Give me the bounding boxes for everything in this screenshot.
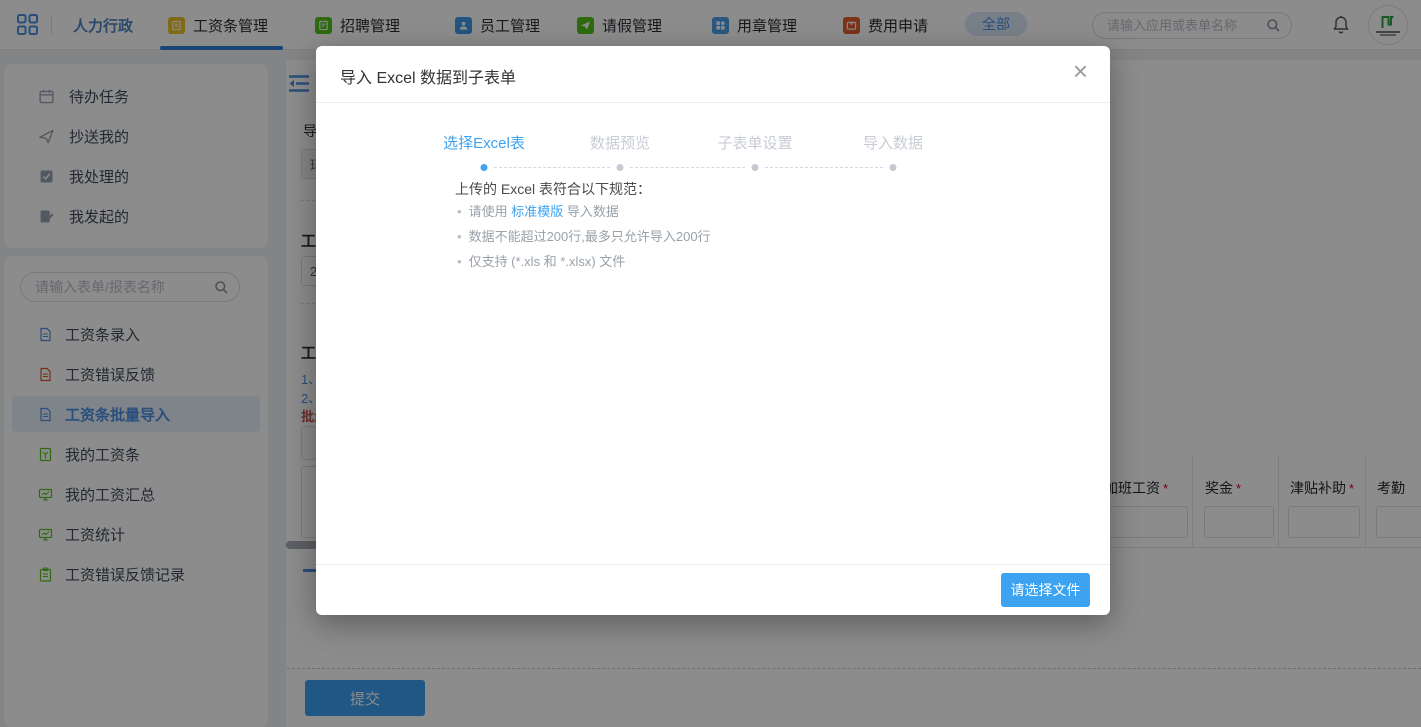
- step-dot-2: [617, 164, 624, 171]
- close-icon[interactable]: ×: [1073, 58, 1088, 84]
- step-subform-settings: 子表单设置: [717, 132, 792, 153]
- step-dot-4: [890, 164, 897, 171]
- upload-rule-rows: 数据不能超过200行,最多只允许导入200行: [457, 226, 711, 245]
- modal-footer-divider: [316, 564, 1110, 565]
- step-dot-1: [481, 164, 488, 171]
- page: 人力行政 工资条管理 招聘管理 员工管理 请假管理 用章管理 费用申请 全部: [0, 0, 1421, 727]
- step-connector: [630, 167, 745, 168]
- modal-title: 导入 Excel 数据到子表单: [340, 64, 516, 88]
- upload-rule-template: 请使用 标准模版 导入数据: [457, 201, 619, 220]
- standard-template-link[interactable]: 标准模版: [511, 204, 563, 219]
- step-data-preview: 数据预览: [590, 132, 650, 153]
- import-excel-modal: 导入 Excel 数据到子表单 × 选择Excel表 数据预览 子表单设置 导入…: [316, 46, 1110, 615]
- step-connector: [494, 167, 610, 168]
- step-connector: [765, 167, 883, 168]
- modal-header: 导入 Excel 数据到子表单 ×: [316, 46, 1110, 103]
- choose-file-button[interactable]: 请选择文件: [1001, 573, 1090, 607]
- step-import-data: 导入数据: [863, 132, 923, 153]
- step-dot-3: [752, 164, 759, 171]
- step-select-excel: 选择Excel表: [443, 132, 525, 153]
- upload-rules-title: 上传的 Excel 表符合以下规范：: [455, 179, 651, 199]
- upload-rule-filetype: 仅支持 (*.xls 和 *.xlsx) 文件: [457, 251, 625, 270]
